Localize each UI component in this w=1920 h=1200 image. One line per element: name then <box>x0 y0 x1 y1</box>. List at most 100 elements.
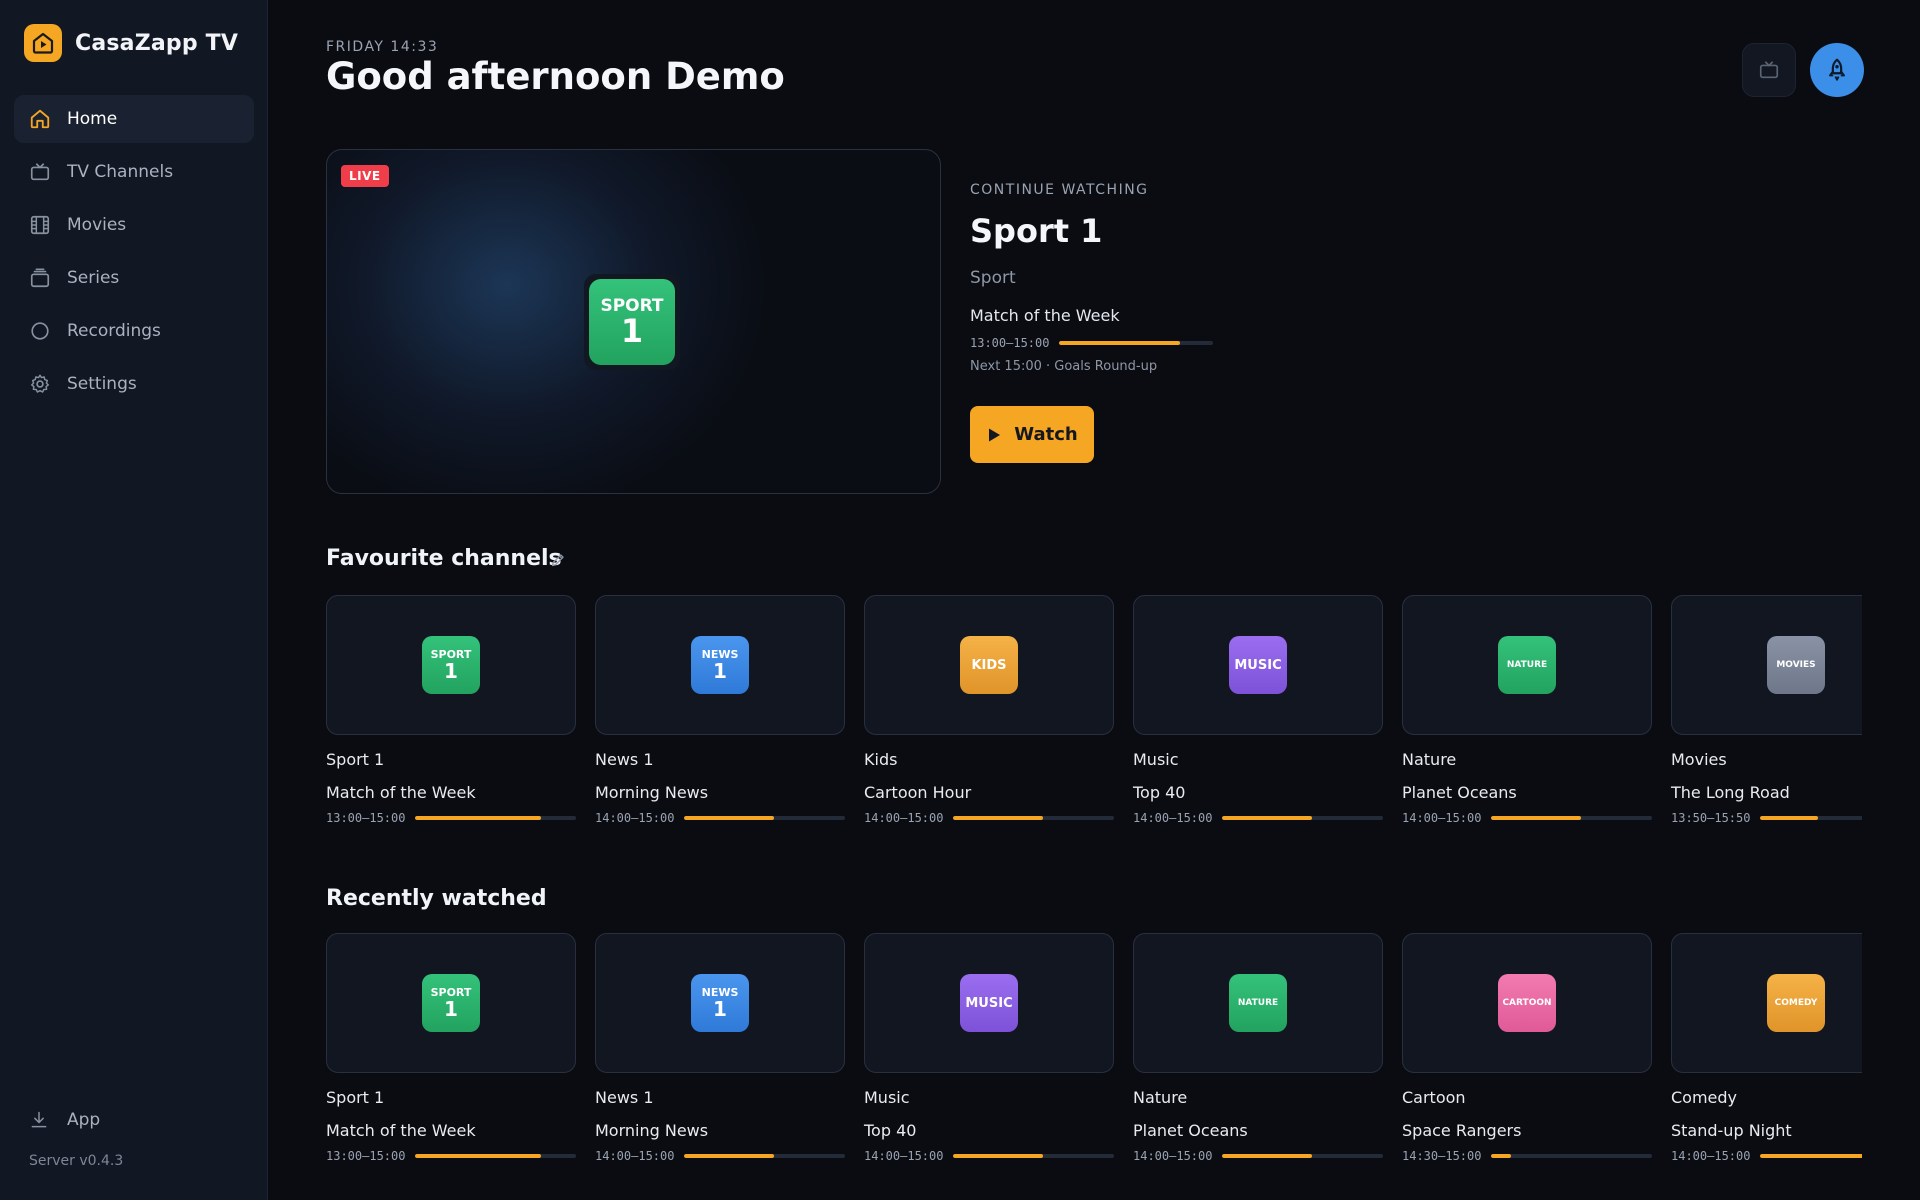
channel-card[interactable]: CARTOON Cartoon Space Rangers 14:30–15:00 <box>1402 933 1652 1163</box>
progress-fill <box>953 816 1044 820</box>
day-time: FRIDAY 14:33 <box>326 39 439 55</box>
sidebar-item-series[interactable]: Series <box>14 254 254 302</box>
logo-text: MUSIC <box>965 995 1013 1011</box>
sidebar-item-tv-channels[interactable]: TV Channels <box>14 148 254 196</box>
program-title: Match of the Week <box>326 1121 476 1140</box>
channel-thumbnail[interactable]: NATURE <box>1402 595 1652 735</box>
program-title: Cartoon Hour <box>864 783 972 802</box>
channel-card[interactable]: MUSIC Music Top 40 14:00–15:00 <box>864 933 1114 1163</box>
channel-logo: COMEDY <box>1767 974 1825 1032</box>
channel-card[interactable]: NATURE Nature Planet Oceans 14:00–15:00 <box>1402 595 1652 825</box>
rocket-icon <box>1828 58 1846 81</box>
program-progress <box>1760 1154 1862 1158</box>
sidebar-nav: Home TV Channels Movies Series Recording… <box>14 95 254 413</box>
channel-card[interactable]: KIDS Kids Cartoon Hour 14:00–15:00 <box>864 595 1114 825</box>
channel-thumbnail[interactable]: MUSIC <box>864 933 1114 1073</box>
progress-fill <box>1491 816 1582 820</box>
channel-card[interactable]: MUSIC Music Top 40 14:00–15:00 <box>1133 595 1383 825</box>
sidebar-item-movies[interactable]: Movies <box>14 201 254 249</box>
program-title: Top 40 <box>1133 783 1186 802</box>
program-meta: 14:30–15:00 <box>1402 1149 1652 1163</box>
channel-thumbnail[interactable]: NATURE <box>1133 933 1383 1073</box>
continue-watching-time: 13:00–15:00 <box>970 336 1050 350</box>
channel-card[interactable]: SPORT 1 Sport 1 Match of the Week 13:00–15:0… <box>326 933 576 1163</box>
channel-name: Movies <box>1671 750 1727 769</box>
channel-logo: NATURE <box>1229 974 1287 1032</box>
channel-card[interactable]: NEWS 1 News 1 Morning News 14:00–15:00 <box>595 933 845 1163</box>
channel-thumbnail[interactable]: MUSIC <box>1133 595 1383 735</box>
channel-name: Nature <box>1402 750 1457 769</box>
channel-thumbnail[interactable]: NEWS 1 <box>595 595 845 735</box>
channel-logo: MUSIC <box>960 974 1018 1032</box>
continue-watching-title: Sport 1 <box>970 212 1103 250</box>
channel-logo: MOVIES <box>1767 636 1825 694</box>
sidebar-item-settings[interactable]: Settings <box>14 360 254 408</box>
tv-icon <box>30 163 50 181</box>
channel-thumbnail[interactable]: KIDS <box>864 595 1114 735</box>
program-meta: 13:00–15:00 <box>326 811 576 825</box>
channel-name: Music <box>864 1088 910 1107</box>
channel-thumbnail[interactable]: NEWS 1 <box>595 933 845 1073</box>
continue-watching-program: Match of the Week <box>970 306 1120 325</box>
channel-card[interactable]: COMEDY Comedy Stand-up Night 14:00–15:00 <box>1671 933 1862 1163</box>
sidebar-item-label: Settings <box>67 374 137 394</box>
channel-thumbnail[interactable]: MOVIES <box>1671 595 1862 735</box>
channel-card[interactable]: NEWS 1 News 1 Morning News 14:00–15:00 <box>595 595 845 825</box>
channel-thumbnail[interactable]: CARTOON <box>1402 933 1652 1073</box>
program-progress <box>1222 816 1383 820</box>
logo-bottom: 1 <box>444 659 458 683</box>
logo-text: CARTOON <box>1502 998 1552 1008</box>
hero-player[interactable]: LIVE SPORT 1 <box>326 149 941 494</box>
watch-button[interactable]: Watch <box>970 406 1094 463</box>
sidebar-item-label: Series <box>67 268 120 288</box>
main-content: FRIDAY 14:33 Good afternoon Demo LIVE SP… <box>268 0 1920 1200</box>
progress-fill <box>1760 816 1819 820</box>
favourites-title: Favourite channels <box>326 546 562 571</box>
progress-fill <box>1760 1154 1862 1158</box>
sidebar: CasaZapp TV Home TV Channels Movies Seri… <box>0 0 268 1200</box>
play-icon <box>989 428 1001 441</box>
program-meta: 13:50–15:50 <box>1671 811 1862 825</box>
sidebar-item-recordings[interactable]: Recordings <box>14 307 254 355</box>
recent-row: SPORT 1 Sport 1 Match of the Week 13:00–15:0… <box>326 933 1862 1173</box>
program-title: Top 40 <box>864 1121 917 1140</box>
channel-thumbnail[interactable]: SPORT 1 <box>326 595 576 735</box>
channel-card[interactable]: SPORT 1 Sport 1 Match of the Week 13:00–15:0… <box>326 595 576 825</box>
program-time: 13:00–15:00 <box>326 1149 406 1163</box>
brand[interactable]: CasaZapp TV <box>24 24 238 62</box>
sidebar-item-label: Home <box>67 109 118 129</box>
home-icon <box>30 109 50 129</box>
program-progress <box>953 816 1114 820</box>
progress-fill <box>1491 1154 1511 1158</box>
cast-button[interactable] <box>1742 43 1796 97</box>
app-download-link[interactable]: App <box>29 1110 100 1130</box>
channel-name: Comedy <box>1671 1088 1738 1107</box>
hero-channel-logo-frame: SPORT 1 <box>584 274 680 370</box>
program-time: 13:50–15:50 <box>1671 811 1751 825</box>
program-meta: 14:00–15:00 <box>864 1149 1114 1163</box>
program-title: The Long Road <box>1671 783 1790 802</box>
program-progress <box>1760 816 1862 820</box>
logo-bottom: 1 <box>713 997 727 1021</box>
channel-card[interactable]: MOVIES Movies The Long Road 13:50–15:50 <box>1671 595 1862 825</box>
edit-icon[interactable] <box>550 552 566 568</box>
channel-logo: CARTOON <box>1498 974 1556 1032</box>
program-meta: 14:00–15:00 <box>864 811 1114 825</box>
sidebar-item-label: TV Channels <box>67 162 174 182</box>
progress-fill <box>1222 1154 1313 1158</box>
program-time: 14:00–15:00 <box>864 811 944 825</box>
program-time: 14:00–15:00 <box>1402 811 1482 825</box>
avatar[interactable] <box>1810 43 1864 97</box>
channel-name: Kids <box>864 750 898 769</box>
program-progress <box>1222 1154 1383 1158</box>
program-time: 14:00–15:00 <box>1671 1149 1751 1163</box>
sidebar-item-home[interactable]: Home <box>14 95 254 143</box>
channel-thumbnail[interactable]: SPORT 1 <box>326 933 576 1073</box>
tv-icon <box>1759 61 1779 79</box>
channel-thumbnail[interactable]: COMEDY <box>1671 933 1862 1073</box>
channel-card[interactable]: NATURE Nature Planet Oceans 14:00–15:00 <box>1133 933 1383 1163</box>
program-progress <box>415 816 576 820</box>
program-time: 14:00–15:00 <box>864 1149 944 1163</box>
program-progress <box>953 1154 1114 1158</box>
program-progress <box>1491 816 1652 820</box>
